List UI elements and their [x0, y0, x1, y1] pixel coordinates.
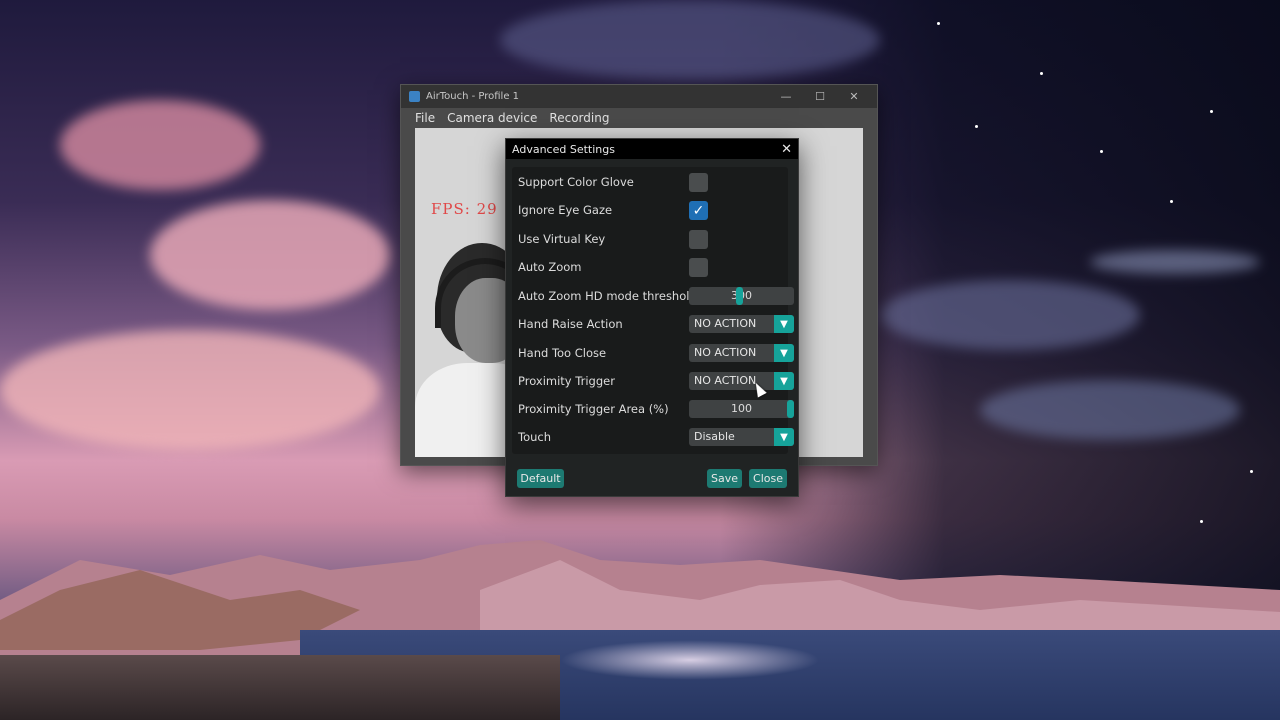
setting-ignore-eye-gaze: Ignore Eye Gaze ✓	[518, 199, 788, 221]
touch-select[interactable]: Disable ▼	[689, 428, 794, 446]
dialog-titlebar[interactable]: Advanced Settings ✕	[506, 139, 798, 159]
cliff	[0, 655, 560, 720]
setting-label: Proximity Trigger Area (%)	[518, 402, 669, 416]
chevron-down-icon[interactable]: ▼	[774, 372, 794, 390]
auto-zoom-checkbox[interactable]	[689, 258, 708, 277]
menu-file[interactable]: File	[415, 111, 435, 125]
setting-proximity-trigger: Proximity Trigger NO ACTION ▼	[518, 370, 794, 392]
minimize-button[interactable]: —	[769, 85, 803, 108]
window-close-button[interactable]: ✕	[837, 85, 871, 108]
setting-label: Touch	[518, 430, 552, 444]
select-value: NO ACTION	[694, 346, 757, 359]
setting-label: Proximity Trigger	[518, 374, 615, 388]
select-value: Disable	[694, 430, 735, 443]
maximize-button[interactable]: ☐	[803, 85, 837, 108]
setting-touch: Touch Disable ▼	[518, 426, 794, 448]
airtouch-app-icon	[409, 91, 420, 102]
setting-label: Auto Zoom	[518, 260, 582, 274]
proximity-trigger-area-slider[interactable]: 100	[689, 400, 794, 418]
window-title: AirTouch - Profile 1	[426, 91, 520, 102]
setting-support-color-glove: Support Color Glove	[518, 171, 788, 193]
use-virtual-key-checkbox[interactable]	[689, 230, 708, 249]
setting-label: Support Color Glove	[518, 175, 634, 189]
chevron-down-icon[interactable]: ▼	[774, 315, 794, 333]
menu-recording[interactable]: Recording	[549, 111, 609, 125]
save-button[interactable]: Save	[707, 469, 742, 488]
select-value: NO ACTION	[694, 317, 757, 330]
settings-panel: Support Color Glove Ignore Eye Gaze ✓ Us…	[512, 167, 794, 454]
water-glitter	[560, 640, 820, 680]
window-titlebar[interactable]: AirTouch - Profile 1 — ☐ ✕	[401, 85, 877, 108]
setting-proximity-trigger-area: Proximity Trigger Area (%) 100	[518, 398, 794, 420]
setting-label: Use Virtual Key	[518, 232, 606, 246]
setting-label: Hand Too Close	[518, 346, 607, 360]
setting-auto-zoom: Auto Zoom	[518, 256, 788, 278]
chevron-down-icon[interactable]: ▼	[774, 344, 794, 362]
window-controls: — ☐ ✕	[769, 85, 871, 108]
close-button[interactable]: Close	[749, 469, 787, 488]
setting-use-virtual-key: Use Virtual Key	[518, 228, 788, 250]
chevron-down-icon[interactable]: ▼	[774, 428, 794, 446]
setting-label: Hand Raise Action	[518, 317, 623, 331]
setting-label: Auto Zoom HD mode threshold	[518, 289, 697, 303]
default-button[interactable]: Default	[517, 469, 564, 488]
checkmark-icon: ✓	[692, 202, 705, 219]
setting-hand-too-close: Hand Too Close NO ACTION ▼	[518, 342, 794, 364]
fps-counter: FPS: 29	[431, 200, 498, 218]
proximity-trigger-select[interactable]: NO ACTION ▼	[689, 372, 794, 390]
advanced-settings-dialog: Advanced Settings ✕ Support Color Glove …	[505, 138, 799, 497]
slider-handle[interactable]	[736, 287, 743, 305]
slider-handle[interactable]	[787, 400, 794, 418]
hand-raise-action-select[interactable]: NO ACTION ▼	[689, 315, 794, 333]
auto-zoom-threshold-slider[interactable]: 300	[689, 287, 794, 305]
menu-bar: File Camera device Recording	[401, 108, 877, 128]
menu-camera-device[interactable]: Camera device	[447, 111, 537, 125]
support-color-glove-checkbox[interactable]	[689, 173, 708, 192]
setting-auto-zoom-hd-threshold: Auto Zoom HD mode threshold 300	[518, 285, 794, 307]
setting-label: Ignore Eye Gaze	[518, 203, 613, 217]
slider-value: 100	[731, 402, 752, 415]
select-value: NO ACTION	[694, 374, 757, 387]
hand-too-close-select[interactable]: NO ACTION ▼	[689, 344, 794, 362]
dialog-close-icon[interactable]: ✕	[781, 139, 792, 159]
setting-hand-raise-action: Hand Raise Action NO ACTION ▼	[518, 313, 794, 335]
ignore-eye-gaze-checkbox[interactable]: ✓	[689, 201, 708, 220]
dialog-title: Advanced Settings	[512, 142, 615, 156]
